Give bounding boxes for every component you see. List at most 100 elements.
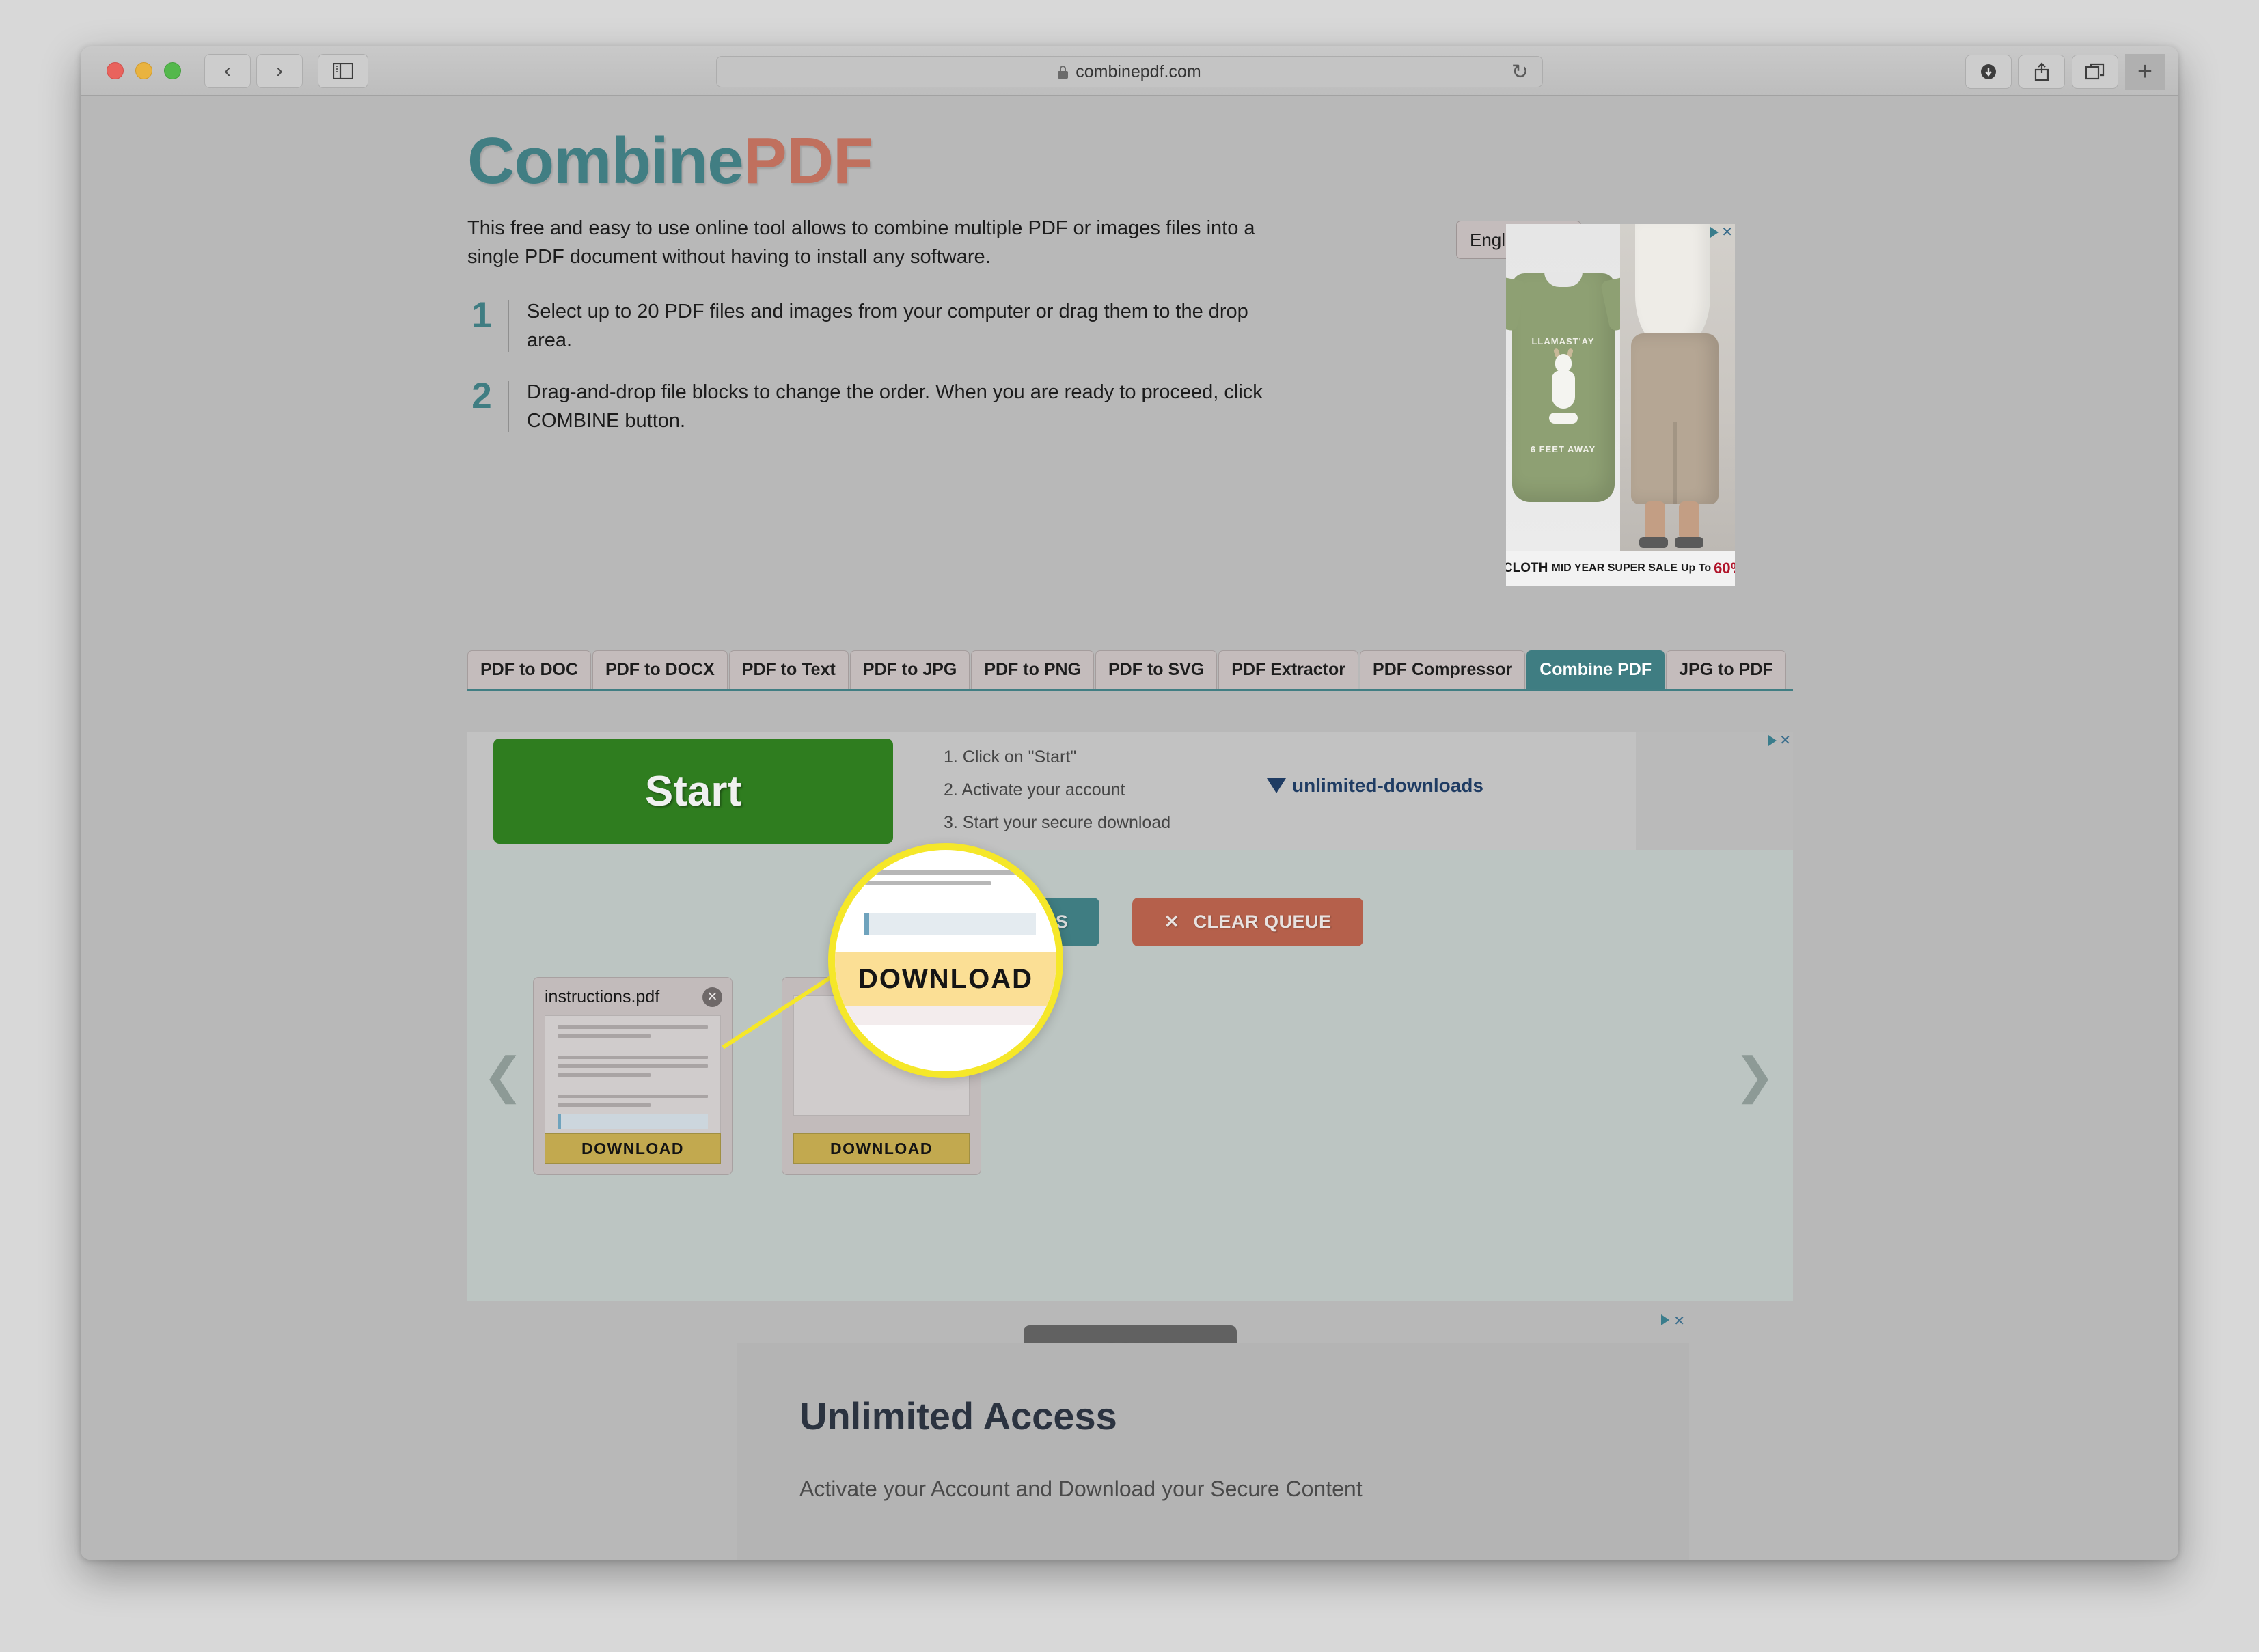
chevron-right-icon: ❯ bbox=[1734, 1049, 1775, 1103]
step-divider bbox=[508, 299, 509, 352]
chevron-down-icon bbox=[1267, 778, 1286, 793]
adchoices-icon[interactable] bbox=[1710, 227, 1719, 238]
step-number: 2 bbox=[471, 375, 492, 416]
step-item: 2 Drag-and-drop file blocks to change th… bbox=[467, 378, 1294, 435]
browser-window: ‹ › combinepdf.com ↻ + CombinePDF This f… bbox=[81, 46, 2178, 1560]
remove-file-button[interactable]: ✕ bbox=[702, 987, 722, 1007]
webpage-viewport: CombinePDF This free and easy to use onl… bbox=[81, 96, 2178, 1560]
close-icon: ✕ bbox=[707, 990, 718, 1004]
file-thumbnail bbox=[545, 1015, 721, 1135]
sidebar-toggle-button[interactable] bbox=[318, 53, 368, 88]
tab-label: PDF to JPG bbox=[862, 660, 957, 679]
download-label: DOWNLOAD bbox=[830, 1139, 933, 1157]
chevron-left-icon: ❮ bbox=[482, 1049, 524, 1103]
file-name: instructions.pdf bbox=[545, 987, 660, 1006]
tab-label: PDF to SVG bbox=[1108, 660, 1205, 679]
tab-pdf-to-jpg[interactable]: PDF to JPG bbox=[849, 650, 970, 689]
tshirt-graphic: LLAMAST'AY 6 FEET AWAY bbox=[1511, 271, 1615, 502]
navigation-buttons: ‹ › bbox=[204, 53, 303, 88]
logo-pdf: PDF bbox=[743, 124, 873, 197]
new-tab-button[interactable]: + bbox=[2125, 54, 2165, 90]
traffic-lights bbox=[107, 62, 181, 79]
reload-icon[interactable]: ↻ bbox=[1511, 60, 1529, 84]
ad-images: LLAMAST'AY 6 FEET AWAY bbox=[1506, 224, 1735, 551]
start-label: Start bbox=[644, 767, 742, 815]
adchoices-controls[interactable]: ✕ bbox=[1661, 1314, 1685, 1328]
ad-upto-text: Up To bbox=[1680, 562, 1712, 574]
model-photo bbox=[1620, 224, 1735, 551]
forward-button[interactable]: › bbox=[256, 53, 303, 88]
download-button[interactable]: DOWNLOAD bbox=[545, 1133, 721, 1164]
file-actions: UPLOAD FILES ✕ CLEAR QUEUE bbox=[467, 898, 1793, 946]
bottom-ad-body: Unlimited Access Activate your Account a… bbox=[737, 1343, 1689, 1502]
step-number: 1 bbox=[471, 294, 492, 335]
address-bar[interactable]: combinepdf.com ↻ bbox=[716, 56, 1543, 87]
chevron-right-icon: › bbox=[276, 59, 283, 82]
tab-pdf-compressor[interactable]: PDF Compressor bbox=[1360, 650, 1526, 689]
prev-files-arrow[interactable]: ❮ bbox=[482, 1047, 523, 1104]
ad-caption: ANNIECLOTH MID YEAR SUPER SALE Up To 60%… bbox=[1506, 551, 1735, 586]
tab-combine-pdf[interactable]: Combine PDF bbox=[1526, 650, 1665, 689]
tab-jpg-to-pdf[interactable]: JPG to PDF bbox=[1666, 650, 1786, 689]
ad-brand: ANNIECLOTH bbox=[1506, 561, 1548, 575]
tab-label: Combine PDF bbox=[1539, 660, 1652, 679]
close-icon[interactable]: ✕ bbox=[1721, 225, 1733, 239]
top-banner-ad[interactable]: ✕ LLAMAST'AY 6 FEET AWAY CLOTH MID YEAR … bbox=[1506, 224, 1735, 586]
tabs-icon bbox=[2085, 63, 2105, 80]
ad-start-button[interactable]: Start bbox=[493, 739, 893, 844]
plus-icon: + bbox=[2137, 57, 2153, 86]
tab-label: PDF Extractor bbox=[1231, 660, 1346, 679]
ad-brand-logo: unlimited-downloads bbox=[1267, 775, 1483, 797]
share-icon bbox=[2034, 62, 2049, 81]
bottom-ad-subtitle: Activate your Account and Download your … bbox=[799, 1476, 1363, 1501]
downloads-button[interactable] bbox=[1965, 55, 2012, 89]
step-divider bbox=[508, 380, 509, 433]
adchoices-controls[interactable]: ✕ bbox=[1710, 225, 1733, 239]
tab-label: PDF to PNG bbox=[984, 660, 1081, 679]
adchoices-controls[interactable]: ✕ bbox=[1768, 734, 1791, 747]
download-button[interactable]: DOWNLOAD bbox=[793, 1133, 970, 1164]
tab-pdf-to-doc[interactable]: PDF to DOC bbox=[467, 650, 592, 689]
file-card[interactable]: instructions.pdf ✕ DOWNLOAD bbox=[533, 977, 733, 1175]
close-icon[interactable]: ✕ bbox=[1673, 1314, 1685, 1328]
browser-titlebar: ‹ › combinepdf.com ↻ + bbox=[81, 46, 2178, 96]
tab-overview-button[interactable] bbox=[2072, 55, 2118, 89]
ad-discount: 60% OFF bbox=[1714, 560, 1735, 577]
tab-pdf-to-png[interactable]: PDF to PNG bbox=[971, 650, 1094, 689]
share-button[interactable] bbox=[2018, 55, 2065, 89]
close-window-button[interactable] bbox=[107, 62, 124, 79]
logo-combine: Combine bbox=[467, 124, 744, 197]
tshirt-collar bbox=[1544, 271, 1583, 287]
close-icon[interactable]: ✕ bbox=[1779, 734, 1791, 747]
tab-pdf-to-svg[interactable]: PDF to SVG bbox=[1095, 650, 1218, 689]
tab-pdf-extractor[interactable]: PDF Extractor bbox=[1218, 650, 1359, 689]
adchoices-icon[interactable] bbox=[1768, 735, 1777, 746]
ad-brand-name: unlimited-downloads bbox=[1292, 775, 1483, 796]
bottom-ad[interactable]: ✕ Unlimited Access Activate your Account… bbox=[737, 1314, 1689, 1560]
tab-pdf-to-text[interactable]: PDF to Text bbox=[728, 650, 849, 689]
next-files-arrow[interactable]: ❯ bbox=[1734, 1047, 1775, 1104]
clear-label: CLEAR QUEUE bbox=[1193, 911, 1332, 932]
mid-banner-ad[interactable]: ✕ Start 1. Click on "Start" 2. Activate … bbox=[467, 732, 1793, 850]
magnified-band-lower bbox=[835, 1006, 1056, 1025]
tshirt-text-top: LLAMAST'AY bbox=[1531, 335, 1595, 346]
browser-toolbar-right: + bbox=[1965, 54, 2165, 90]
lock-icon bbox=[1058, 65, 1069, 79]
page-content: CombinePDF This free and easy to use onl… bbox=[467, 96, 1793, 586]
chevron-left-icon: ‹ bbox=[224, 59, 231, 82]
step-item: 1 Select up to 20 PDF files and images f… bbox=[467, 297, 1294, 355]
minimize-window-button[interactable] bbox=[135, 62, 152, 79]
back-button[interactable]: ‹ bbox=[204, 53, 251, 88]
magnified-highlight bbox=[864, 913, 1036, 935]
tab-pdf-to-docx[interactable]: PDF to DOCX bbox=[592, 650, 728, 689]
tshirt-text-bottom: 6 FEET AWAY bbox=[1530, 443, 1596, 454]
adchoices-icon[interactable] bbox=[1661, 1314, 1670, 1325]
file-drop-area[interactable]: ❮ ❯ UPLOAD FILES ✕ CLEAR QUEUE instructi… bbox=[467, 850, 1793, 1301]
magnified-download-button[interactable]: DOWNLOAD bbox=[835, 952, 1056, 1006]
tab-label: PDF to DOC bbox=[480, 660, 579, 679]
intro-text: This free and easy to use online tool al… bbox=[467, 217, 1255, 268]
bottom-ad-title: Unlimited Access bbox=[799, 1394, 1117, 1437]
clear-queue-button[interactable]: ✕ CLEAR QUEUE bbox=[1132, 898, 1363, 946]
site-logo: CombinePDF bbox=[467, 124, 1793, 197]
maximize-window-button[interactable] bbox=[164, 62, 181, 79]
